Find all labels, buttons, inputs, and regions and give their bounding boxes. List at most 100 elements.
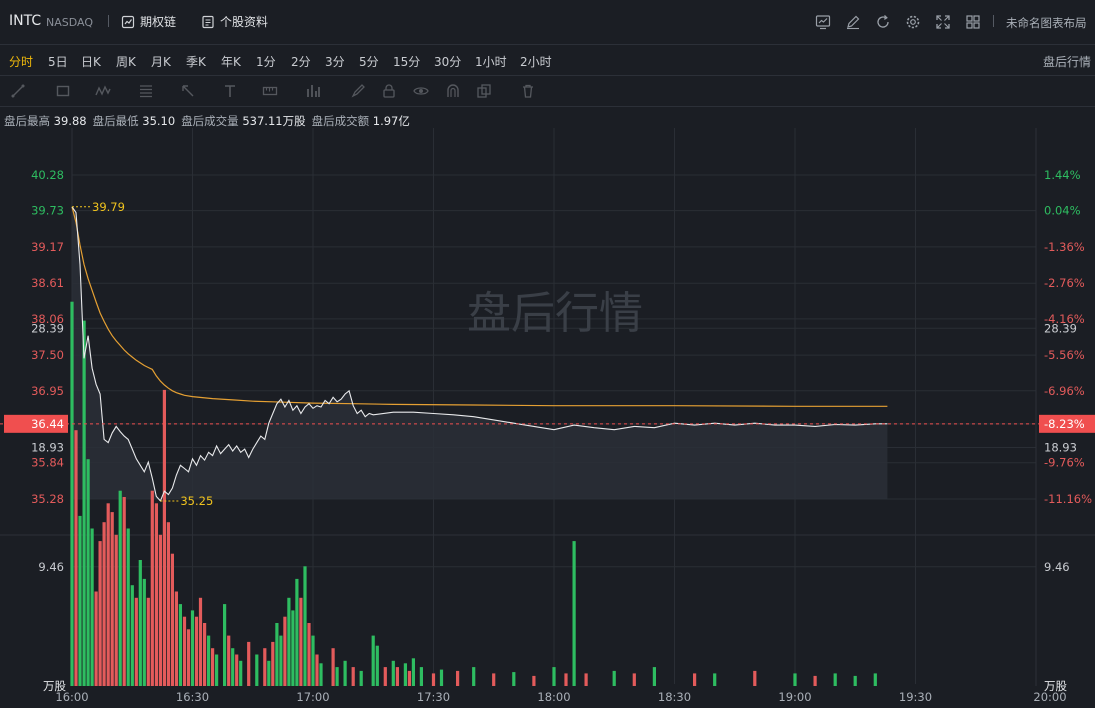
percent-tick-label: -11.16% (1044, 492, 1092, 506)
price-tick-label: 38.61 (31, 276, 64, 290)
period-tabs: 盘后行情 分时 5日 日K 周K 月K 季K 年K 1分 2分 3分 5分 15分 30分 1小时 2小时 (0, 44, 1095, 76)
volume-bar (186, 629, 191, 686)
indicator-icon[interactable] (815, 14, 831, 30)
volume-bar (118, 490, 122, 686)
stat-value: 537.11万股 (242, 114, 306, 128)
tab-12[interactable]: 30分 (434, 53, 461, 70)
trend-line-icon[interactable] (10, 83, 26, 99)
volume-tick-right: 28.39 (1044, 321, 1077, 335)
volume-bar (632, 673, 636, 686)
volume-bar (283, 616, 287, 686)
volume-bar (713, 673, 717, 686)
tab-0[interactable]: 分时 (9, 53, 33, 70)
volume-bar (395, 667, 399, 686)
divider (108, 15, 109, 27)
tab-1[interactable]: 5日 (48, 53, 68, 70)
percent-tick-label: -1.36% (1044, 240, 1085, 254)
fullscreen-icon[interactable] (935, 14, 951, 30)
stock-symbol[interactable]: INTC (9, 13, 41, 29)
time-tick-label: 18:30 (658, 690, 691, 704)
volume-bar (126, 528, 130, 686)
volume-bar (331, 648, 335, 686)
brush-icon[interactable] (350, 83, 366, 99)
volume-bar (146, 597, 150, 686)
text-tool-icon[interactable] (222, 83, 238, 99)
price-tick-label: 36.95 (31, 384, 64, 398)
volume-bar (419, 667, 423, 686)
current-pct-label: -8.23% (1044, 417, 1085, 431)
tab-11[interactable]: 15分 (393, 53, 420, 70)
tab-9[interactable]: 3分 (325, 53, 345, 70)
fibonacci-icon[interactable] (138, 83, 154, 99)
options-chain-button[interactable]: 期权链 (121, 13, 176, 30)
volume-tick-left: 9.46 (38, 560, 64, 574)
volume-bar (584, 673, 588, 686)
stat-value: 35.10 (142, 114, 176, 128)
tab-14[interactable]: 2小时 (520, 53, 552, 70)
volume-bar (612, 670, 616, 686)
volume-bar (170, 553, 174, 686)
bar-pattern-icon[interactable] (305, 83, 321, 99)
percent-tick-label: -9.76% (1044, 456, 1085, 470)
tab-10[interactable]: 5分 (359, 53, 379, 70)
volume-bar (299, 597, 303, 686)
stat-label: 盘后最低 (92, 114, 143, 128)
document-icon (201, 15, 215, 29)
volume-bar (287, 597, 291, 686)
tab-13[interactable]: 1小时 (475, 53, 507, 70)
volume-bar (154, 503, 158, 686)
wave-pattern-icon[interactable] (95, 83, 111, 99)
time-tick-label: 17:00 (296, 690, 329, 704)
layout-grid-icon[interactable] (965, 14, 981, 30)
volume-bar (853, 675, 857, 686)
price-tick-label: 39.73 (31, 204, 64, 218)
volume-bar (564, 673, 568, 686)
volume-bar (134, 597, 138, 686)
time-tick-label: 19:30 (899, 690, 932, 704)
percent-tick-label: 0.04% (1044, 204, 1081, 218)
intraday-chart[interactable]: 盘后行情 40.2839.7339.1738.6138.0637.5036.95… (0, 128, 1095, 708)
refresh-icon[interactable] (875, 14, 891, 30)
volume-bar (74, 430, 78, 686)
after-hours-watermark: 盘后行情 (467, 288, 643, 339)
stat-label: 盘后成交额 (311, 114, 373, 128)
percent-tick-label: -5.56% (1044, 348, 1085, 362)
time-tick-label: 18:00 (537, 690, 570, 704)
stock-profile-label: 个股资料 (220, 15, 269, 29)
volume-bar (267, 660, 271, 686)
volume-bar (279, 635, 283, 686)
measure-icon[interactable] (262, 83, 278, 99)
layout-name-button[interactable]: 未命名图表布局 (1006, 15, 1087, 31)
stock-profile-button[interactable]: 个股资料 (201, 13, 268, 30)
volume-bar (492, 673, 496, 686)
rectangle-icon[interactable] (55, 83, 71, 99)
volume-bar (307, 623, 311, 686)
tab-5[interactable]: 季K (186, 53, 206, 70)
volume-bar (178, 604, 182, 686)
after-hours-toggle[interactable]: 盘后行情 (1043, 53, 1091, 70)
volume-bar (215, 654, 219, 686)
arrow-icon[interactable] (180, 83, 196, 99)
tab-7[interactable]: 1分 (256, 53, 276, 70)
tab-8[interactable]: 2分 (291, 53, 311, 70)
tab-6[interactable]: 年K (221, 53, 241, 70)
volume-bar (110, 512, 114, 686)
tab-2[interactable]: 日K (81, 53, 101, 70)
volume-bar (403, 663, 407, 686)
volume-bar (833, 673, 837, 686)
volume-tick-left: 18.93 (31, 440, 64, 454)
lock-icon[interactable] (381, 83, 397, 99)
tab-3[interactable]: 周K (116, 53, 136, 70)
volume-bar (158, 534, 162, 686)
tab-4[interactable]: 月K (151, 53, 171, 70)
stat-value: 1.97亿 (372, 114, 410, 128)
draw-pencil-icon[interactable] (845, 14, 861, 30)
eye-icon[interactable] (413, 83, 429, 99)
price-tick-label: 35.28 (31, 492, 64, 506)
settings-gear-icon[interactable] (905, 14, 921, 30)
copy-icon[interactable] (476, 83, 492, 99)
magnet-icon[interactable] (445, 83, 461, 99)
percent-tick-label: 1.44% (1044, 168, 1081, 182)
trash-icon[interactable] (520, 83, 536, 99)
volume-bar (315, 654, 319, 686)
